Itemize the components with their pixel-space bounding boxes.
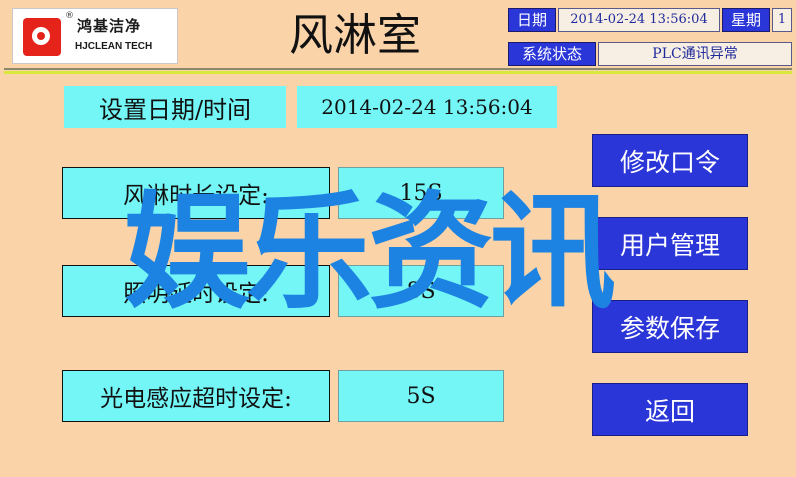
user-management-button[interactable]: 用户管理 [592,217,748,270]
datetime-display: 2014-02-24 13:56:04 [558,8,720,32]
weekday-label: 星期 [722,8,770,32]
set-datetime-input[interactable]: 2014-02-24 13:56:04 [297,86,557,128]
lighting-delay-input[interactable]: 8S [338,265,504,317]
weekday-display: 1 [772,8,792,32]
company-logo: ® 鸿基洁净 HJCLEAN TECH [12,8,178,64]
logo-emblem-icon [23,18,61,56]
logo-chinese-name: 鸿基洁净 [77,17,142,35]
registered-mark: ® [65,11,74,21]
system-status-display: PLC通讯异常 [598,42,792,66]
shower-duration-input[interactable]: 15S [338,167,504,219]
sensor-timeout-input[interactable]: 5S [338,370,504,422]
save-parameters-button[interactable]: 参数保存 [592,300,748,353]
header-divider [4,68,792,70]
set-datetime-label: 设置日期/时间 [64,86,286,128]
system-status-label: 系统状态 [508,42,596,66]
logo-english-name: HJCLEAN TECH [75,41,153,52]
sensor-timeout-label: 光电感应超时设定: [62,370,330,422]
lighting-delay-label: 照明延时设定: [62,265,330,317]
shower-duration-label: 风淋时长设定: [62,167,330,219]
back-button[interactable]: 返回 [592,383,748,436]
change-password-button[interactable]: 修改口令 [592,134,748,187]
header-divider-accent [4,71,792,74]
date-label: 日期 [508,8,556,32]
page-title: 风淋室 [289,10,421,61]
